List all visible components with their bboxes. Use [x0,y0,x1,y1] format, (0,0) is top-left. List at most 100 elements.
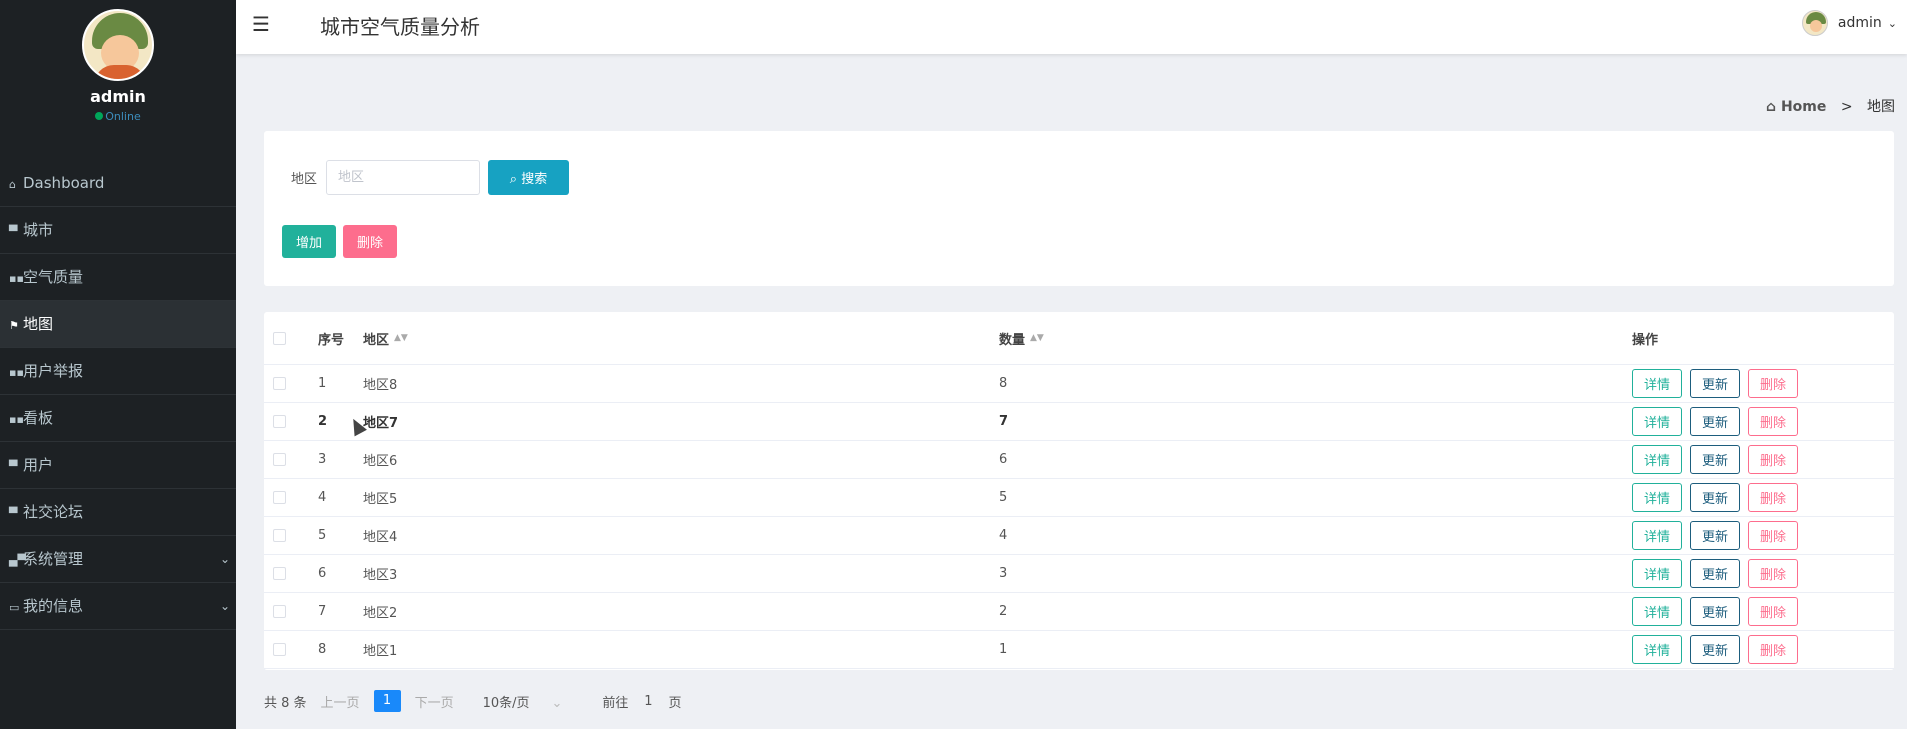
cell-actions: 详情 更新 删除 [1632,403,1806,440]
sort-icon[interactable]: ▲▼ [1030,334,1044,343]
table-row[interactable]: 2 地区7 7 详情 更新 删除 [264,403,1894,441]
sidebar-item-label: 社交论坛 [23,503,84,521]
cell-actions: 详情 更新 删除 [1632,517,1806,554]
sidebar-item[interactable]: ⌂ Dashboard [0,160,236,207]
pagination: 共 8 条 上一页 1 下一页 10条/页 ⌄ 前往 1 页 [264,690,681,712]
next-page-button[interactable]: 下一页 [415,692,454,711]
detail-button[interactable]: 详情 [1632,407,1683,436]
cell-count: 6 [999,452,1008,467]
grid-icon: ▪▪ [9,366,24,379]
delete-button[interactable]: 删除 [1748,369,1799,398]
sidebar-item[interactable]: ▀ 社交论坛 [0,489,236,536]
update-button[interactable]: 更新 [1690,483,1741,512]
cell-actions: 详情 更新 删除 [1632,479,1806,516]
cell-region: 地区2 [363,606,398,621]
goto-page-input[interactable]: 1 [628,694,668,709]
delete-button[interactable]: 删除 [1748,559,1799,588]
row-checkbox[interactable] [273,567,286,580]
sidebar-item[interactable]: ▪▪空气质量 [0,254,236,301]
cell-region: 地区8 [363,378,398,393]
row-checkbox[interactable] [273,415,286,428]
delete-button[interactable]: 删除 [1748,445,1799,474]
update-button[interactable]: 更新 [1690,407,1741,436]
row-checkbox-cell [273,365,286,402]
batch-delete-button[interactable]: 删除 [343,225,397,258]
cell-region: 地区1 [363,644,398,659]
avatar [1801,10,1828,36]
detail-button[interactable]: 详情 [1632,635,1683,664]
row-checkbox[interactable] [273,643,286,656]
update-button[interactable]: 更新 [1690,521,1741,550]
row-checkbox[interactable] [273,491,286,504]
detail-button[interactable]: 详情 [1632,559,1683,588]
tag-icon: ▀ [9,460,18,473]
search-button[interactable]: ⌕ 搜索 [488,160,569,195]
row-checkbox-cell [273,441,286,478]
table-header-row: 序号 地区 ▲▼ 数量 ▲▼ 操作 [264,312,1894,365]
keyboard-icon: ▄▀ [9,554,26,567]
cell-region: 地区4 [363,530,398,545]
sidebar-item[interactable]: ▪▪看板 [0,395,236,442]
region-search-input[interactable] [326,160,480,195]
sort-icon[interactable]: ▲▼ [394,334,408,343]
delete-button[interactable]: 删除 [1748,597,1799,626]
detail-button[interactable]: 详情 [1632,483,1683,512]
user-name: admin [1837,15,1882,31]
detail-button[interactable]: 详情 [1632,521,1683,550]
breadcrumb-home[interactable]: ⌂ Home [1766,99,1826,115]
row-checkbox[interactable] [273,377,286,390]
cell-index: 5 [318,528,327,543]
update-button[interactable]: 更新 [1690,635,1741,664]
table-row[interactable]: 5 地区4 4 详情 更新 删除 [264,517,1894,555]
select-all-checkbox[interactable] [273,331,286,345]
update-button[interactable]: 更新 [1690,369,1741,398]
row-checkbox[interactable] [273,605,286,618]
table-row[interactable]: 6 地区3 3 详情 更新 删除 [264,555,1894,593]
sidebar-item[interactable]: ▭ 我的信息 ⌄ [0,583,236,630]
table-row[interactable]: 1 地区8 8 详情 更新 删除 [264,365,1894,403]
page-size-select[interactable]: 10条/页 ⌄ [483,692,563,711]
breadcrumb-current: 地图 [1867,99,1895,115]
table-row[interactable]: 3 地区6 6 详情 更新 删除 [264,441,1894,479]
sidebar-item[interactable]: ▪▪用户举报 [0,348,236,395]
detail-button[interactable]: 详情 [1632,445,1683,474]
sidebar-item[interactable]: ⚑ 地图 [0,301,236,348]
table-row[interactable]: 7 地区2 2 详情 更新 删除 [264,593,1894,631]
sidebar-item-label: 用户 [23,456,54,474]
cell-count: 5 [999,490,1008,505]
row-checkbox-cell [273,555,286,592]
column-header-region[interactable]: 地区 ▲▼ [363,312,408,364]
home-icon: ⌂ [1766,99,1777,115]
table-row[interactable]: 8 地区1 1 详情 更新 删除 [264,631,1894,669]
row-checkbox-cell [273,593,286,630]
sidebar-item-label: Dashboard [23,174,105,192]
row-checkbox[interactable] [273,529,286,542]
tag-icon: ▀ [9,225,18,238]
delete-button[interactable]: 删除 [1748,521,1799,550]
cell-region: 地区3 [363,568,398,583]
delete-button[interactable]: 删除 [1748,635,1799,664]
table-row[interactable]: 4 地区5 5 详情 更新 删除 [264,479,1894,517]
user-menu[interactable]: admin ⌄ [1801,10,1897,36]
update-button[interactable]: 更新 [1690,597,1741,626]
sidebar-item[interactable]: ▀ 用户 [0,442,236,489]
delete-button[interactable]: 删除 [1748,483,1799,512]
prev-page-button[interactable]: 上一页 [321,692,360,711]
add-button[interactable]: 增加 [282,225,336,258]
update-button[interactable]: 更新 [1690,445,1741,474]
row-checkbox[interactable] [273,453,286,466]
page-number-current[interactable]: 1 [373,690,401,712]
sidebar-item-label: 空气质量 [23,268,84,286]
cell-index: 6 [318,566,327,581]
sidebar-item[interactable]: ▀ 城市 [0,207,236,254]
hamburger-menu-icon[interactable]: ☰ [252,12,270,36]
update-button[interactable]: 更新 [1690,559,1741,588]
detail-button[interactable]: 详情 [1632,369,1683,398]
column-header-count[interactable]: 数量 ▲▼ [999,312,1044,364]
profile-name: admin [90,87,146,106]
app-title: 城市空气质量分析 [320,15,480,39]
detail-button[interactable]: 详情 [1632,597,1683,626]
sidebar-item[interactable]: ▄▀系统管理 ⌄ [0,536,236,583]
cell-region: 地区5 [363,492,398,507]
delete-button[interactable]: 删除 [1748,407,1799,436]
